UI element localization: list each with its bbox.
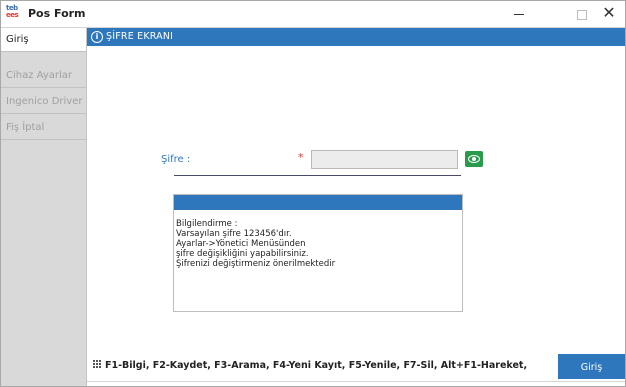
grid-icon xyxy=(93,360,102,369)
notice-line: şifre değişikliğini yapabilirsiniz. xyxy=(176,249,309,259)
minimize-button[interactable] xyxy=(502,1,536,27)
notice-line: Bilgilendirme : xyxy=(176,219,238,229)
title-bar: teb ees Pos Form ✕ xyxy=(1,1,625,28)
hotkeys-text: F1-Bilgi, F2-Kaydet, F3-Arama, F4-Yeni K… xyxy=(105,360,528,371)
minimize-icon xyxy=(514,14,524,15)
sidebar-item-cihaz-ayarlar[interactable]: Cihaz Ayarlar xyxy=(1,64,86,88)
pos-form-window: teb ees Pos Form ✕ Giriş Cihaz Ayarlar I… xyxy=(0,0,626,387)
password-label: Şifre : xyxy=(161,154,191,165)
hotkeys-bar: F1-Bilgi, F2-Kaydet, F3-Arama, F4-Yeni K… xyxy=(93,360,527,371)
bottom-divider xyxy=(87,381,625,382)
sidebar-item-ingenico-driver[interactable]: Ingenico Driver xyxy=(1,90,86,114)
required-marker: * xyxy=(298,151,304,164)
window-title: Pos Form xyxy=(28,7,86,20)
sidebar-item-giris[interactable]: Giriş xyxy=(1,28,86,52)
eye-pupil xyxy=(472,157,476,161)
info-notice-box: Bilgilendirme : Varsayılan şifre 123456'… xyxy=(173,194,463,312)
show-password-button[interactable] xyxy=(465,151,483,167)
info-icon: i xyxy=(91,31,103,43)
sidebar: Giriş Cihaz Ayarlar Ingenico Driver Fiş … xyxy=(1,28,87,386)
password-underline xyxy=(174,175,461,176)
main-panel: i ŞİFRE EKRANI Şifre : * Bilgilendirme :… xyxy=(87,28,625,386)
notice-text: Bilgilendirme : Varsayılan şifre 123456'… xyxy=(176,219,335,269)
password-input[interactable] xyxy=(311,150,458,169)
panel-header: i ŞİFRE EKRANI xyxy=(87,28,625,46)
close-button[interactable]: ✕ xyxy=(592,1,626,27)
close-icon: ✕ xyxy=(602,3,616,22)
sidebar-item-fis-iptal[interactable]: Fiş İptal xyxy=(1,116,86,140)
panel-title: ŞİFRE EKRANI xyxy=(106,31,174,42)
app-logo-icon: teb ees xyxy=(6,4,24,21)
notice-header-bar xyxy=(174,195,462,210)
notice-line: Varsayılan şifre 123456'dır. xyxy=(176,229,292,239)
notice-line: Ayarlar->Yönetici Menüsünden xyxy=(176,239,306,249)
maximize-icon xyxy=(577,10,587,20)
notice-line: Şifrenizi değiştirmeniz önerilmektedir xyxy=(176,259,336,269)
login-button[interactable]: Giriş xyxy=(558,354,625,379)
logo-text-bottom: ees xyxy=(6,11,19,19)
